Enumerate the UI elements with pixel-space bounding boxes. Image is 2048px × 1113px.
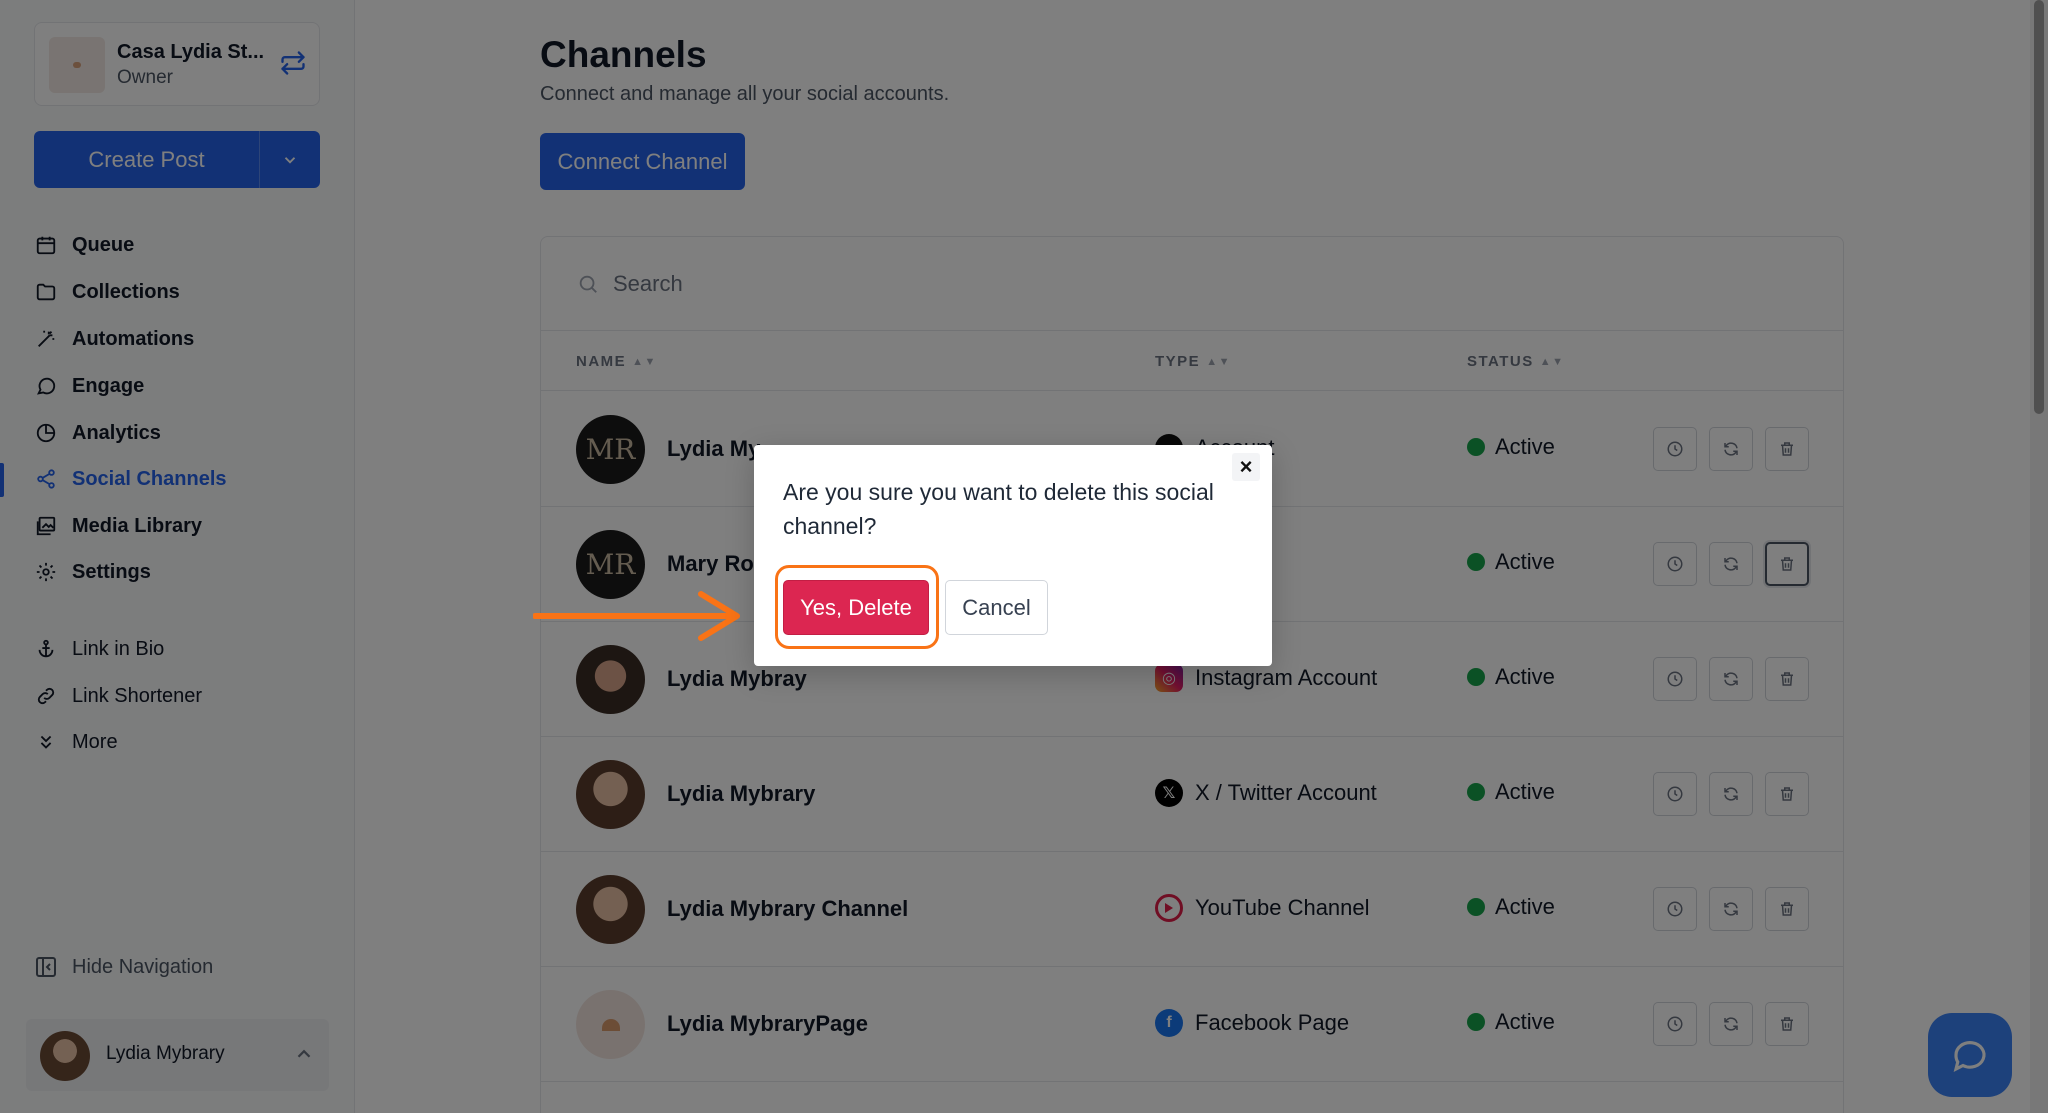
arrow-annotation-icon	[533, 591, 740, 641]
cancel-button[interactable]: Cancel	[945, 580, 1048, 635]
dialog-message: Are you sure you want to delete this soc…	[783, 479, 1214, 539]
delete-confirm-dialog: Are you sure you want to delete this soc…	[754, 445, 1272, 666]
confirm-delete-button[interactable]: Yes, Delete	[783, 580, 929, 635]
close-icon[interactable]: ×	[1232, 453, 1260, 481]
